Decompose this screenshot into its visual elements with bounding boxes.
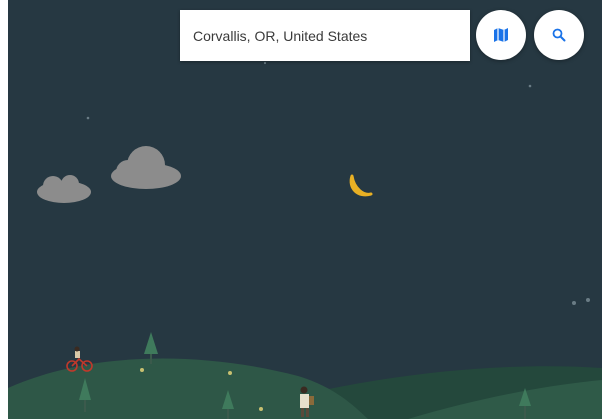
star [572,301,576,305]
zoom-icon [552,28,566,42]
app-window: Corvallis, OR, United States [0,0,602,419]
hill-front [8,358,368,419]
cloud-large [111,146,181,189]
zoom-button[interactable] [534,10,584,60]
map-icon [494,28,508,42]
cloud-small [37,175,91,203]
night-scene: Corvallis, OR, United States [8,0,602,419]
star [263,61,267,65]
flower [259,407,263,411]
flower [228,371,232,375]
star [586,298,590,302]
star [86,116,90,120]
flower [140,368,144,372]
star [528,84,532,88]
location-search-value: Corvallis, OR, United States [193,27,368,44]
moon-icon [349,174,373,197]
location-search-field[interactable]: Corvallis, OR, United States [180,10,470,61]
scene-illustration [8,61,602,419]
map-view-button[interactable] [476,10,526,60]
